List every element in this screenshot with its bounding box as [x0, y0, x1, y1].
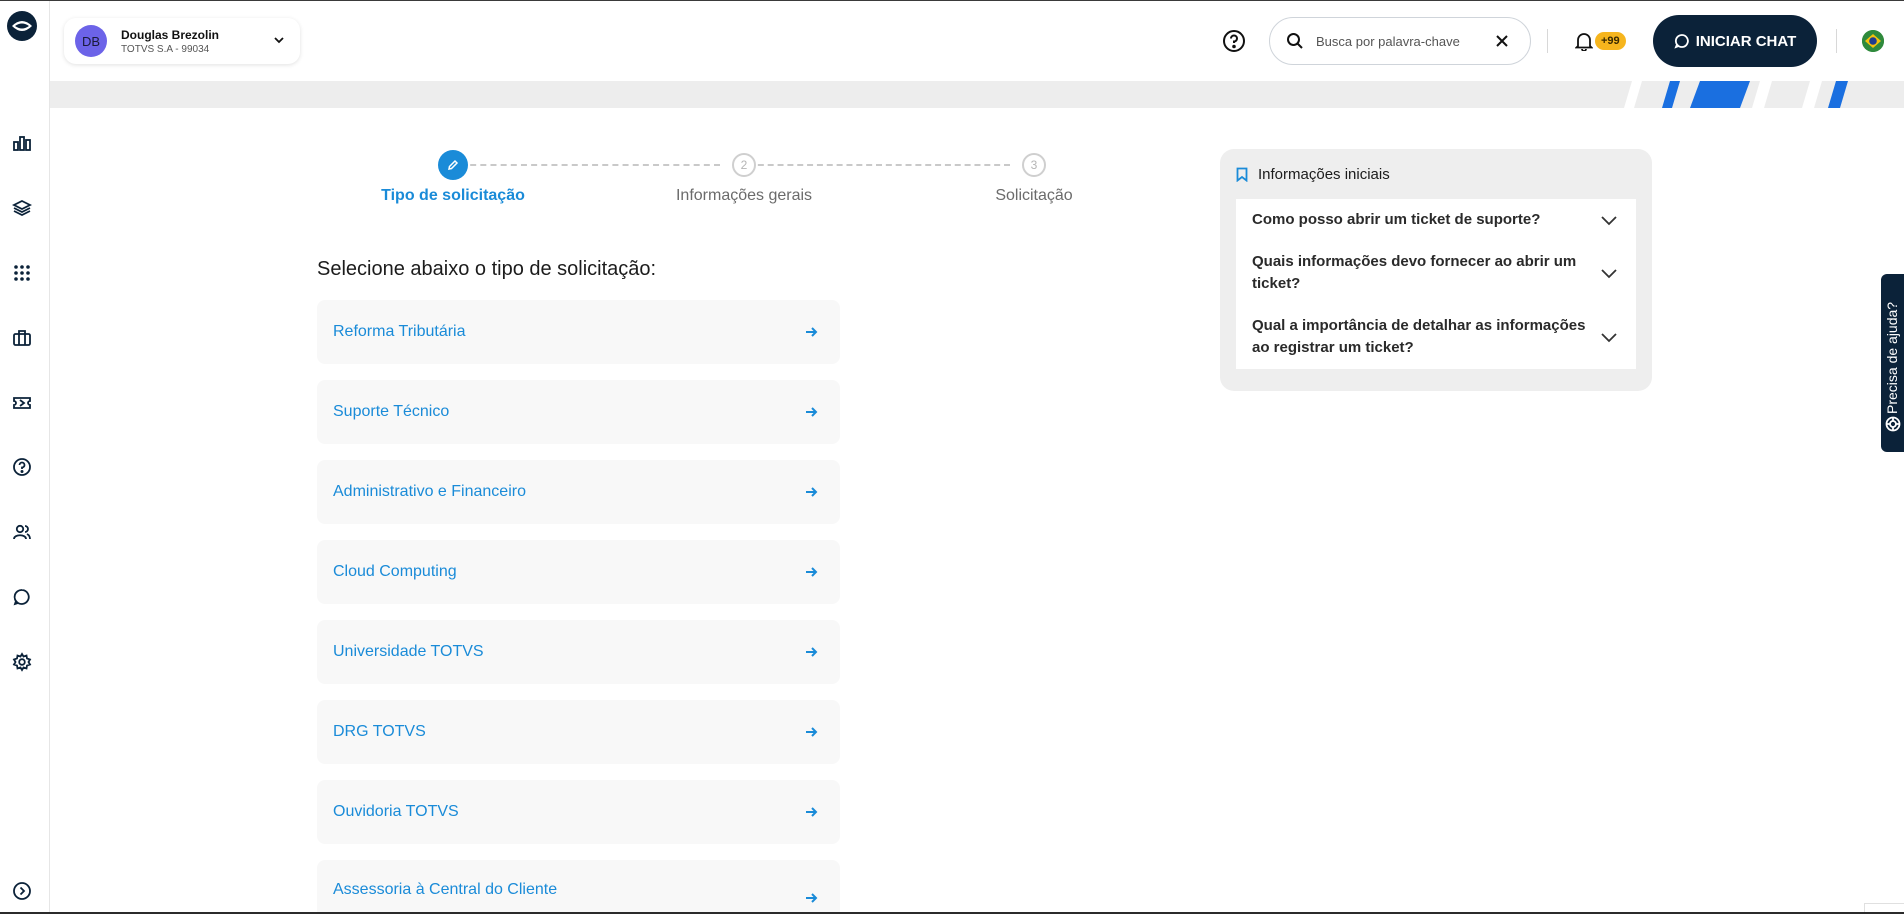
option-assessoria-central-cliente[interactable]: Assessoria à Central do Cliente: [317, 860, 840, 912]
faq-question: Quais informações devo fornecer ao abrir…: [1252, 253, 1577, 292]
expand-sidebar-icon[interactable]: [9, 878, 35, 904]
faq-item[interactable]: Como posso abrir um ticket de suporte?: [1236, 199, 1636, 241]
step-3-label[interactable]: Solicitação: [995, 187, 1072, 205]
arrow-right-icon: [806, 727, 818, 737]
faq-item[interactable]: Qual a importância de detalhar as inform…: [1236, 305, 1636, 369]
lifebuoy-icon: [1885, 416, 1901, 432]
dashboard-icon[interactable]: [9, 130, 35, 156]
step-connector: [460, 164, 720, 166]
faq-list: Como posso abrir um ticket de suporte? Q…: [1236, 199, 1636, 369]
user-name: Douglas Brezolin: [121, 27, 220, 42]
bookmark-icon: [1236, 167, 1248, 182]
option-label: Suporte Técnico: [333, 403, 450, 420]
option-cloud-computing[interactable]: Cloud Computing: [317, 540, 840, 604]
chevron-down-icon: [1601, 333, 1617, 343]
option-label: Reforma Tributária: [333, 323, 466, 340]
faq-panel: Informações iniciais Como posso abrir um…: [1220, 149, 1652, 391]
start-chat-label: INICIAR CHAT: [1695, 32, 1797, 50]
step-2-dot[interactable]: 2: [732, 153, 756, 177]
option-drg-totvs[interactable]: DRG TOTVS: [317, 700, 840, 764]
top-header: DB Douglas Brezolin TOTVS S.A - 99034 +9…: [50, 1, 1904, 80]
chevron-down-icon: [1601, 269, 1617, 279]
faq-item[interactable]: Quais informações devo fornecer ao abrir…: [1236, 241, 1636, 305]
option-ouvidoria-totvs[interactable]: Ouvidoria TOTVS: [317, 780, 840, 844]
layers-icon[interactable]: [9, 195, 35, 221]
users-icon[interactable]: [9, 519, 35, 545]
pencil-icon: [448, 159, 459, 170]
start-chat-button[interactable]: INICIAR CHAT: [1653, 15, 1817, 67]
chat-icon[interactable]: [9, 584, 35, 610]
section-title: Selecione abaixo o tipo de solicitação:: [317, 258, 657, 280]
step-1-dot[interactable]: [438, 150, 468, 180]
briefcase-icon[interactable]: [9, 325, 35, 351]
settings-icon[interactable]: [9, 649, 35, 675]
need-help-label: Precisa de ajuda?: [1884, 301, 1900, 414]
option-label: Assessoria à Central do Cliente: [333, 881, 558, 898]
language-flag-icon[interactable]: [1862, 30, 1884, 52]
need-help-tab[interactable]: Precisa de ajuda?: [1881, 274, 1904, 452]
faq-question: Como posso abrir um ticket de suporte?: [1252, 211, 1541, 228]
step-1-label[interactable]: Tipo de solicitação: [381, 187, 525, 205]
chevron-down-icon: [274, 37, 284, 44]
totvs-logo[interactable]: [7, 11, 37, 41]
option-reforma-tributaria[interactable]: Reforma Tributária: [317, 300, 840, 364]
arrow-right-icon: [806, 647, 818, 657]
search-icon: [1287, 33, 1303, 49]
sidebar: [0, 1, 50, 914]
option-universidade-totvs[interactable]: Universidade TOTVS: [317, 620, 840, 684]
arrow-right-icon: [806, 893, 818, 903]
notification-badge: +99: [1595, 32, 1626, 50]
option-administrativo-financeiro[interactable]: Administrativo e Financeiro: [317, 460, 840, 524]
faq-title: Informações iniciais: [1258, 166, 1390, 183]
avatar: DB: [75, 25, 107, 57]
chevron-down-icon: [1601, 216, 1617, 226]
step-connector: [748, 164, 1010, 166]
apps-grid-icon[interactable]: [9, 260, 35, 286]
stepper: Tipo de solicitação 2 Informações gerais…: [380, 150, 1073, 210]
user-selector[interactable]: DB Douglas Brezolin TOTVS S.A - 99034: [64, 18, 300, 64]
help-icon[interactable]: [9, 454, 35, 480]
decorative-banner: [50, 81, 1904, 108]
chat-bubble-icon: [1674, 34, 1689, 49]
arrow-right-icon: [806, 487, 818, 497]
help-circle-icon[interactable]: [1222, 29, 1246, 53]
option-label: Ouvidoria TOTVS: [333, 803, 459, 820]
header-divider: [1836, 29, 1837, 53]
step-3-dot[interactable]: 3: [1022, 153, 1046, 177]
option-label: Universidade TOTVS: [333, 643, 484, 660]
bell-icon[interactable]: [1575, 31, 1593, 51]
option-label: DRG TOTVS: [333, 723, 426, 740]
option-label: Administrativo e Financeiro: [333, 483, 526, 500]
search-input[interactable]: [1316, 33, 1476, 49]
arrow-right-icon: [806, 807, 818, 817]
step-2-label[interactable]: Informações gerais: [676, 187, 812, 205]
user-company: TOTVS S.A - 99034: [121, 43, 210, 55]
arrow-right-icon: [806, 407, 818, 417]
search-box: [1269, 17, 1531, 65]
arrow-right-icon: [806, 327, 818, 337]
ticket-icon[interactable]: [9, 390, 35, 416]
close-icon[interactable]: [1494, 33, 1510, 49]
user-info: Douglas Brezolin TOTVS S.A - 99034: [121, 28, 219, 55]
header-divider: [1547, 29, 1548, 53]
option-suporte-tecnico[interactable]: Suporte Técnico: [317, 380, 840, 444]
faq-question: Qual a importância de detalhar as inform…: [1252, 317, 1586, 356]
option-label: Cloud Computing: [333, 563, 457, 580]
arrow-right-icon: [806, 567, 818, 577]
faq-header: Informações iniciais: [1236, 166, 1390, 183]
